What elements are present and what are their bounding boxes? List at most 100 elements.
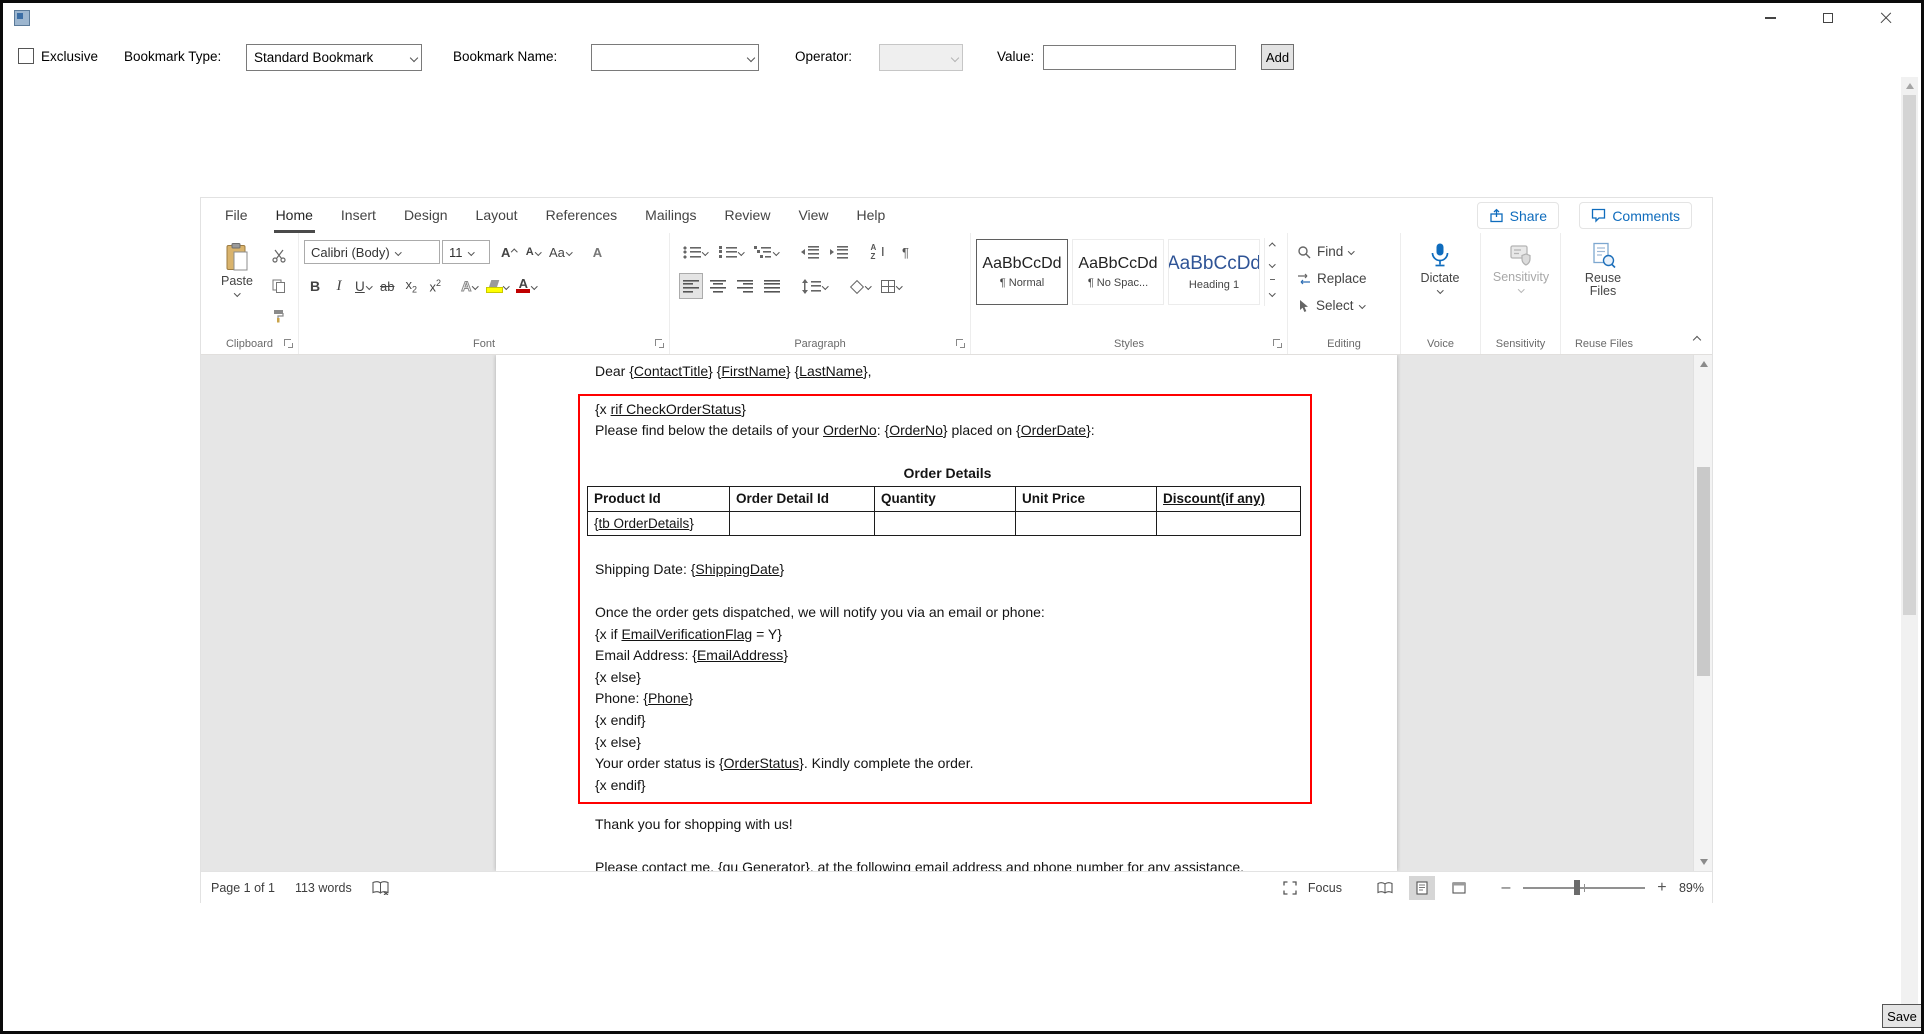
value-input[interactable]	[1043, 45, 1236, 70]
copy-button[interactable]	[268, 274, 290, 298]
app-scrollbar[interactable]	[1901, 77, 1918, 1025]
align-left-icon	[683, 280, 699, 293]
zoom-slider-thumb[interactable]	[1574, 880, 1580, 895]
align-left-button[interactable]	[680, 274, 702, 298]
shading-button[interactable]	[847, 274, 874, 298]
dictate-button[interactable]: Dictate	[1406, 238, 1474, 293]
order-table-header: Unit Price	[1016, 486, 1157, 511]
multilevel-list-button[interactable]	[751, 240, 782, 264]
print-layout-button[interactable]	[1409, 876, 1435, 900]
change-case-button[interactable]: Aa	[546, 240, 574, 264]
page-indicator[interactable]: Page 1 of 1	[211, 881, 275, 895]
scrollbar-thumb[interactable]	[1697, 467, 1710, 676]
save-button[interactable]: Save	[1882, 1004, 1922, 1028]
tab-home[interactable]: Home	[262, 198, 327, 233]
document-page[interactable]: Dear {ContactTitle} {FirstName} {LastNam…	[496, 355, 1397, 871]
app-scroll-up-button[interactable]	[1901, 78, 1918, 94]
read-mode-button[interactable]	[1372, 876, 1398, 900]
web-layout-button[interactable]	[1446, 876, 1472, 900]
styles-scroll-up-icon[interactable]	[1269, 243, 1275, 249]
bold-button[interactable]: B	[304, 274, 326, 298]
value-label: Value:	[997, 49, 1034, 64]
justify-button[interactable]	[761, 274, 783, 298]
numbering-button[interactable]	[716, 240, 747, 264]
tab-mailings[interactable]: Mailings	[631, 198, 710, 233]
styles-gallery-more-icon[interactable]	[1269, 290, 1275, 296]
exclusive-checkbox[interactable]	[18, 48, 34, 64]
style-no-spac[interactable]: AaBbCcDd¶ No Spac...	[1072, 239, 1164, 305]
minimize-button[interactable]	[1741, 3, 1799, 33]
bullets-button[interactable]	[680, 240, 711, 264]
style-heading-1[interactable]: AaBbCcDdHeading 1	[1168, 239, 1260, 305]
decrease-indent-button[interactable]	[798, 240, 822, 264]
focus-button[interactable]: Focus	[1308, 881, 1342, 895]
increase-indent-button[interactable]	[827, 240, 851, 264]
pilcrow-icon: ¶	[902, 245, 909, 260]
format-painter-button[interactable]	[268, 304, 290, 328]
replace-button[interactable]: Replace	[1293, 265, 1395, 292]
document-canvas[interactable]: Dear {ContactTitle} {FirstName} {LastNam…	[201, 355, 1712, 871]
sort-button[interactable]	[867, 240, 890, 264]
scroll-up-button[interactable]	[1694, 356, 1712, 372]
tab-review[interactable]: Review	[711, 198, 785, 233]
bookmark-type-select[interactable]: Standard Bookmark	[246, 44, 422, 71]
tab-insert[interactable]: Insert	[327, 198, 390, 233]
order-table-cell: {tb OrderDetails}	[588, 511, 730, 536]
font-size-value: 11	[449, 245, 463, 260]
zoom-in-button[interactable]: +	[1656, 879, 1668, 897]
zoom-level[interactable]: 89%	[1679, 881, 1704, 895]
proofing-icon[interactable]	[372, 881, 390, 895]
tab-file[interactable]: File	[211, 198, 262, 233]
paste-button[interactable]: Paste	[206, 238, 268, 328]
document-scrollbar[interactable]	[1693, 355, 1712, 871]
tab-references[interactable]: References	[532, 198, 632, 233]
font-color-button[interactable]: A	[513, 274, 540, 298]
styles-dialog-launcher[interactable]	[1273, 339, 1283, 349]
find-button[interactable]: Find	[1293, 238, 1395, 265]
borders-button[interactable]	[878, 274, 905, 298]
italic-button[interactable]: I	[328, 274, 350, 298]
superscript-button[interactable]: x2	[424, 274, 446, 298]
shrink-font-button[interactable]: A	[522, 240, 544, 264]
word-count[interactable]: 113 words	[295, 881, 352, 895]
font-size-select[interactable]: 11	[442, 240, 490, 264]
line-spacing-button[interactable]	[799, 274, 831, 298]
comments-button[interactable]: Comments	[1579, 202, 1692, 229]
highlight-color-button[interactable]	[483, 274, 512, 298]
clear-formatting-button[interactable]: A	[586, 240, 608, 264]
share-button[interactable]: Share	[1477, 202, 1559, 229]
paragraph-dialog-launcher[interactable]	[956, 339, 966, 349]
underline-button[interactable]: U	[352, 274, 374, 298]
style-normal[interactable]: AaBbCcDd¶ Normal	[976, 239, 1068, 305]
tab-help[interactable]: Help	[843, 198, 900, 233]
strikethrough-button[interactable]: ab	[376, 274, 398, 298]
zoom-slider[interactable]	[1523, 887, 1645, 889]
font-name-select[interactable]: Calibri (Body)	[304, 240, 440, 264]
reuse-files-button[interactable]: Reuse Files	[1566, 238, 1640, 298]
clipboard-dialog-launcher[interactable]	[284, 339, 294, 349]
chevron-down-icon	[366, 283, 372, 289]
bookmark-name-select[interactable]	[591, 44, 759, 71]
zoom-out-button[interactable]: –	[1500, 879, 1512, 897]
close-button[interactable]	[1857, 3, 1915, 33]
show-marks-button[interactable]: ¶	[895, 240, 917, 264]
styles-scroll-down-icon[interactable]	[1269, 261, 1275, 267]
align-center-button[interactable]	[707, 274, 729, 298]
align-right-button[interactable]	[734, 274, 756, 298]
add-button[interactable]: Add	[1261, 44, 1294, 70]
app-scrollbar-thumb[interactable]	[1903, 95, 1916, 615]
grow-font-button[interactable]: A	[498, 240, 520, 264]
tab-design[interactable]: Design	[390, 198, 462, 233]
maximize-button[interactable]	[1799, 3, 1857, 33]
tab-view[interactable]: View	[784, 198, 842, 233]
subscript-button[interactable]: x2	[400, 274, 422, 298]
select-button[interactable]: Select	[1293, 292, 1395, 319]
tab-layout[interactable]: Layout	[462, 198, 532, 233]
style-name: ¶ Normal	[1000, 277, 1044, 289]
cut-button[interactable]	[268, 244, 290, 268]
font-dialog-launcher[interactable]	[655, 339, 665, 349]
text-effects-button[interactable]: A	[458, 274, 481, 298]
doc-line: Dear {ContactTitle} {FirstName} {LastNam…	[595, 361, 1311, 383]
collapse-ribbon-button[interactable]	[1694, 330, 1700, 348]
scroll-down-button[interactable]	[1694, 854, 1712, 870]
